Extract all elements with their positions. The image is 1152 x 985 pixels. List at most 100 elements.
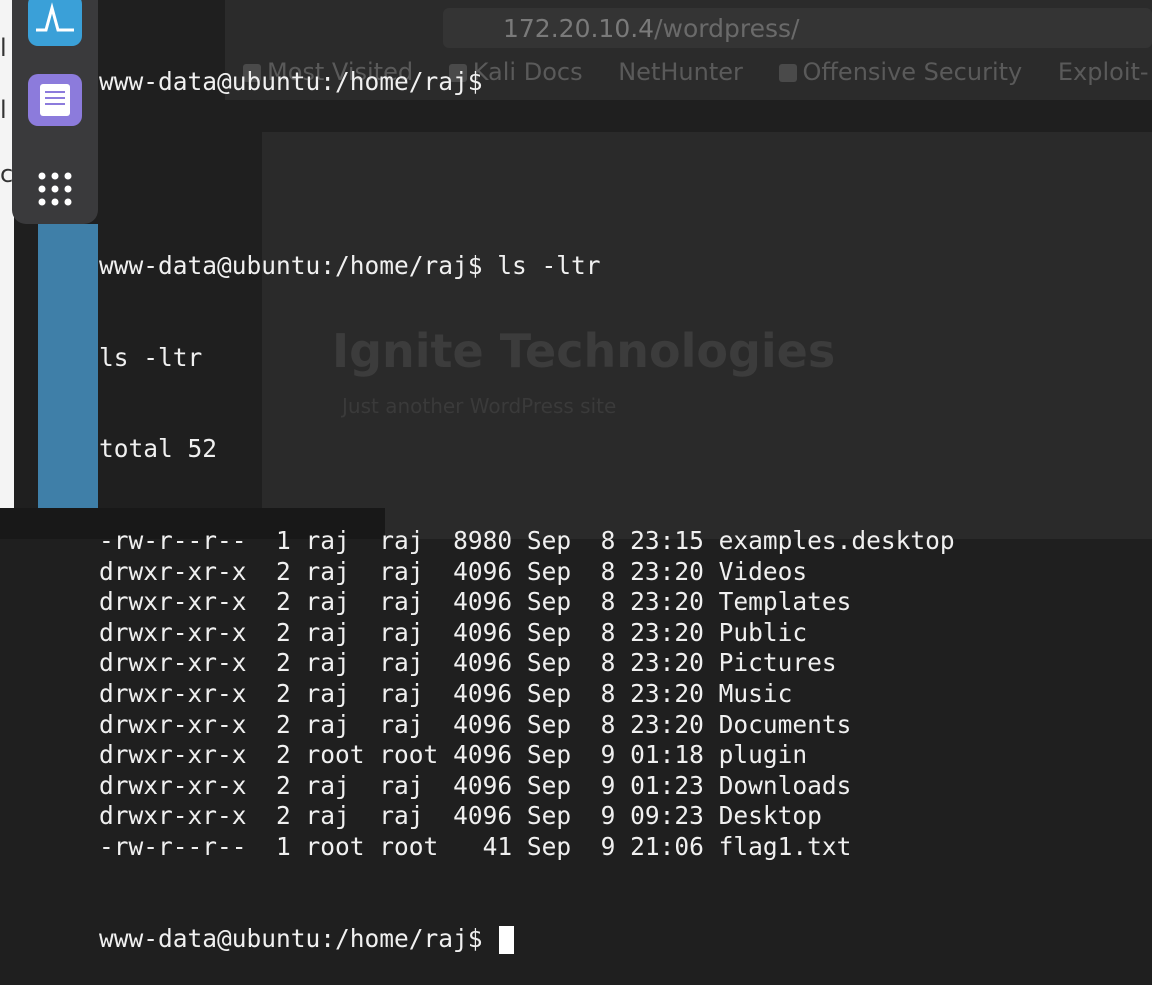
ls-day: 9	[585, 832, 631, 862]
ls-links: 2	[261, 770, 306, 800]
ls-filename: Desktop	[718, 801, 822, 831]
ls-month: Sep	[526, 832, 586, 862]
ls-time: 23:20	[630, 587, 719, 617]
ls-permissions: drwxr-xr-x	[99, 648, 262, 678]
ls-size: 4096	[453, 679, 527, 709]
ls-row: drwxr-xr-x 2 raj raj 4096 Sep 9 09:23 De…	[99, 801, 1152, 832]
ls-month: Sep	[526, 740, 586, 770]
ls-row: -rw-r--r-- 1 root root 41 Sep 9 21:06 fl…	[99, 832, 1152, 863]
ls-row: drwxr-xr-x 2 raj raj 4096 Sep 8 23:20 Vi…	[99, 557, 1152, 588]
ls-time: 23:15	[630, 526, 719, 556]
ls-day: 8	[585, 648, 631, 678]
ls-day: 8	[585, 556, 631, 586]
ls-owner: raj	[305, 526, 380, 556]
ls-filename: Pictures	[718, 648, 837, 678]
ls-group: raj	[379, 556, 454, 586]
ls-permissions: drwxr-xr-x	[99, 709, 262, 739]
ls-owner: raj	[305, 709, 380, 739]
terminal-line: ls -ltr	[99, 342, 203, 372]
page-text-fragment: l	[0, 34, 7, 62]
ls-owner: root	[305, 740, 380, 770]
ls-month: Sep	[526, 648, 586, 678]
ls-owner: root	[305, 832, 380, 862]
ls-size: 4096	[453, 740, 527, 770]
ls-group: raj	[379, 526, 454, 556]
dock	[12, 0, 98, 224]
ls-permissions: -rw-r--r--	[99, 832, 262, 862]
ls-filename: plugin	[718, 740, 808, 770]
ls-size: 4096	[453, 648, 527, 678]
ls-permissions: drwxr-xr-x	[99, 801, 262, 831]
ls-size: 41	[453, 832, 527, 862]
ls-filename: Public	[718, 617, 808, 647]
ls-group: raj	[379, 770, 454, 800]
ls-filename: examples.desktop	[718, 526, 955, 556]
ls-row: drwxr-xr-x 2 raj raj 4096 Sep 8 23:20 Do…	[99, 710, 1152, 741]
ls-permissions: drwxr-xr-x	[99, 740, 262, 770]
ls-day: 8	[585, 709, 631, 739]
terminal-prompt-line[interactable]: www-data@ubuntu:/home/raj$	[99, 924, 1152, 955]
ls-links: 2	[261, 587, 306, 617]
ls-group: raj	[379, 709, 454, 739]
app-grid-icon[interactable]	[28, 162, 82, 214]
ls-time: 21:06	[630, 832, 719, 862]
ls-month: Sep	[526, 526, 586, 556]
ls-group: raj	[379, 801, 454, 831]
ls-day: 8	[585, 526, 631, 556]
ls-size: 4096	[453, 709, 527, 739]
ls-time: 23:20	[630, 556, 719, 586]
ls-links: 2	[261, 556, 306, 586]
ls-month: Sep	[526, 801, 586, 831]
ls-owner: raj	[305, 648, 380, 678]
terminal-line: total 52	[99, 434, 218, 464]
ls-time: 23:20	[630, 679, 719, 709]
ls-filename: Videos	[718, 556, 808, 586]
system-monitor-icon[interactable]	[28, 0, 82, 46]
ls-links: 2	[261, 801, 306, 831]
ls-links: 2	[261, 617, 306, 647]
ls-row: drwxr-xr-x 2 raj raj 4096 Sep 8 23:20 Pu…	[99, 618, 1152, 649]
ls-permissions: drwxr-xr-x	[99, 587, 262, 617]
ls-row: drwxr-xr-x 2 raj raj 4096 Sep 8 23:20 Te…	[99, 587, 1152, 618]
ls-filename: Templates	[718, 587, 852, 617]
ls-size: 8980	[453, 526, 527, 556]
ls-month: Sep	[526, 617, 586, 647]
ls-owner: raj	[305, 556, 380, 586]
ls-row: drwxr-xr-x 2 root root 4096 Sep 9 01:18 …	[99, 740, 1152, 771]
ls-day: 8	[585, 679, 631, 709]
ls-month: Sep	[526, 709, 586, 739]
ls-owner: raj	[305, 801, 380, 831]
ls-permissions: drwxr-xr-x	[99, 770, 262, 800]
ls-permissions: drwxr-xr-x	[99, 556, 262, 586]
ls-filename: flag1.txt	[718, 832, 852, 862]
ls-day: 8	[585, 617, 631, 647]
ls-day: 9	[585, 801, 631, 831]
ls-size: 4096	[453, 587, 527, 617]
ls-row: drwxr-xr-x 2 raj raj 4096 Sep 9 01:23 Do…	[99, 771, 1152, 802]
ls-size: 4096	[453, 556, 527, 586]
ls-owner: raj	[305, 679, 380, 709]
ls-listing: -rw-r--r-- 1 raj raj 8980 Sep 8 23:15 ex…	[99, 526, 1152, 863]
ls-time: 23:20	[630, 648, 719, 678]
ls-row: drwxr-xr-x 2 raj raj 4096 Sep 8 23:20 Mu…	[99, 679, 1152, 710]
ls-time: 23:20	[630, 709, 719, 739]
ls-links: 2	[261, 648, 306, 678]
ls-group: root	[379, 832, 454, 862]
ls-links: 2	[261, 679, 306, 709]
terminal-output[interactable]: www-data@ubuntu:/home/raj$ www-data@ubun…	[99, 6, 1152, 955]
ls-permissions: drwxr-xr-x	[99, 679, 262, 709]
terminal-line: www-data@ubuntu:/home/raj$	[99, 67, 498, 97]
ls-month: Sep	[526, 679, 586, 709]
ls-time: 01:18	[630, 740, 719, 770]
ls-group: raj	[379, 587, 454, 617]
ls-month: Sep	[526, 770, 586, 800]
ls-filename: Music	[718, 679, 793, 709]
ls-day: 8	[585, 587, 631, 617]
text-editor-icon[interactable]	[28, 74, 82, 126]
ls-filename: Downloads	[718, 770, 852, 800]
text-cursor	[499, 926, 515, 955]
ls-owner: raj	[305, 770, 380, 800]
terminal-prompt: www-data@ubuntu:/home/raj$	[99, 923, 498, 953]
ls-day: 9	[585, 770, 631, 800]
